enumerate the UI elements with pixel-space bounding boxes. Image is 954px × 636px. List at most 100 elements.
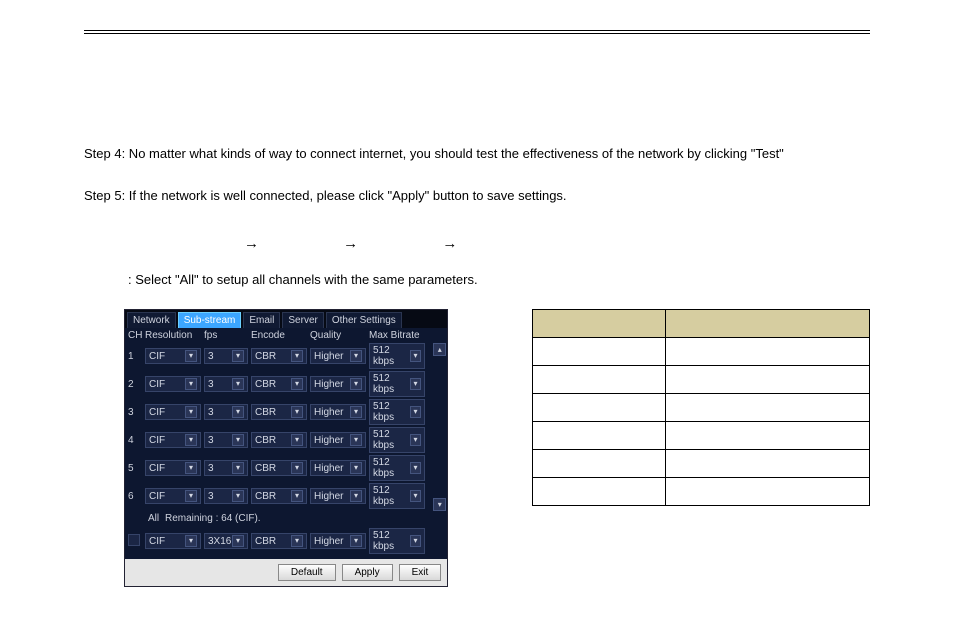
col-encode: Encode (251, 330, 307, 341)
param-name (533, 450, 666, 478)
all-encode-select[interactable]: CBR▾ (251, 533, 307, 549)
quality-select[interactable]: Higher▾ (310, 432, 366, 448)
chevron-down-icon: ▾ (185, 406, 197, 418)
param-name (533, 366, 666, 394)
encode-select[interactable]: CBR▾ (251, 488, 307, 504)
encode-select[interactable]: CBR▾ (251, 376, 307, 392)
chevron-down-icon: ▾ (232, 535, 244, 547)
apply-button[interactable]: Apply (342, 564, 393, 581)
channel-number: 1 (128, 351, 142, 362)
encode-select[interactable]: CBR ▾ (251, 460, 307, 476)
quality-select[interactable]: Higher▾ (310, 348, 366, 364)
channel-number: 5 (128, 463, 142, 474)
all-row: CIF▾ 3X16▾ CBR▾ Higher▾ 512 kbps▾ (128, 528, 444, 554)
bitrate-select-value: 512 kbps (373, 345, 410, 367)
chevron-down-icon: ▾ (291, 462, 303, 474)
horizontal-rule (84, 30, 870, 34)
dvr-panel: Network Sub-stream Email Server Other Se… (124, 309, 448, 587)
fps-select[interactable]: 3▾ (204, 460, 248, 476)
chevron-down-icon: ▾ (350, 378, 362, 390)
chevron-down-icon: ▾ (410, 434, 421, 446)
resolution-select-value: CIF (149, 379, 165, 390)
channel-number: 4 (128, 435, 142, 446)
bitrate-select[interactable]: 512 kbps▾ (369, 455, 425, 481)
bitrate-select[interactable]: 512 kbps▾ (369, 399, 425, 425)
table-row: 3CIF▾3▾CBR▾Higher▾512 kbps▾ (128, 399, 431, 425)
tab-network[interactable]: Network (127, 312, 176, 328)
remaining-text: Remaining : 64 (CIF). (165, 513, 261, 524)
table-row (533, 422, 870, 450)
encode-select-value: CBR (255, 351, 276, 362)
fps-select[interactable]: 3▾ (204, 404, 248, 420)
chevron-down-icon: ▾ (410, 490, 421, 502)
chevron-down-icon: ▾ (350, 350, 362, 362)
param-name (533, 478, 666, 506)
table-row (533, 450, 870, 478)
resolution-select-value: CIF (149, 491, 165, 502)
chevron-down-icon: ▾ (350, 462, 362, 474)
fps-select[interactable]: 3▾ (204, 348, 248, 364)
scroll-down-icon[interactable]: ▾ (433, 498, 446, 511)
col-fps: fps (204, 330, 248, 341)
fps-select[interactable]: 3▾ (204, 376, 248, 392)
quality-select[interactable]: Higher▾ (310, 404, 366, 420)
quality-select-value: Higher (314, 463, 343, 474)
resolution-select[interactable]: CIF▾ (145, 348, 201, 364)
bitrate-select[interactable]: 512 kbps▾ (369, 427, 425, 453)
resolution-select[interactable]: CIF▾ (145, 488, 201, 504)
all-checkbox[interactable] (128, 534, 140, 546)
encode-select-value: CBR (255, 435, 276, 446)
fps-select[interactable]: 3▾ (204, 432, 248, 448)
chevron-down-icon: ▾ (185, 434, 197, 446)
fps-select-value: 3 (208, 463, 214, 474)
encode-select-value: CBR (255, 379, 276, 390)
chevron-down-icon: ▾ (291, 350, 303, 362)
encode-select-value: CBR (255, 463, 276, 474)
tab-email[interactable]: Email (243, 312, 280, 328)
resolution-select[interactable]: CIF ▾ (145, 376, 201, 392)
fps-select[interactable]: 3▾ (204, 488, 248, 504)
encode-select[interactable]: CBR ▾ (251, 348, 307, 364)
default-button[interactable]: Default (278, 564, 336, 581)
quality-select-value: Higher (314, 379, 343, 390)
chevron-down-icon: ▾ (185, 378, 197, 390)
resolution-select[interactable]: CIF ▾ (145, 404, 201, 420)
resolution-select[interactable]: CIF▾ (145, 460, 201, 476)
all-resolution-select[interactable]: CIF▾ (145, 533, 201, 549)
exit-button[interactable]: Exit (399, 564, 442, 581)
param-value (666, 366, 870, 394)
encode-select[interactable]: CBR▾ (251, 432, 307, 448)
chevron-down-icon: ▾ (232, 406, 244, 418)
chevron-down-icon: ▾ (350, 535, 362, 547)
quality-select[interactable]: Higher▾ (310, 488, 366, 504)
param-name (533, 394, 666, 422)
resolution-select-value: CIF (149, 407, 165, 418)
all-bitrate-select[interactable]: 512 kbps▾ (369, 528, 425, 554)
all-fps-select[interactable]: 3X16▾ (204, 533, 248, 549)
table-header: CH Resolution fps Encode Quality Max Bit… (128, 330, 444, 341)
all-label: All (148, 513, 162, 524)
fps-select-value: 3 (208, 435, 214, 446)
bitrate-select[interactable]: 512 kbps▾ (369, 343, 425, 369)
tab-sub-stream[interactable]: Sub-stream (178, 312, 242, 328)
param-value (666, 422, 870, 450)
fps-select-value: 3 (208, 351, 214, 362)
param-value (666, 478, 870, 506)
encode-select-value: CBR (255, 491, 276, 502)
table-row: 2CIF▾3▾CBR▾Higher▾512 kbps▾ (128, 371, 431, 397)
bitrate-select[interactable]: 512 kbps▾ (369, 371, 425, 397)
chevron-down-icon: ▾ (291, 406, 303, 418)
chevron-down-icon: ▾ (232, 434, 244, 446)
bitrate-select[interactable]: 512 kbps▾ (369, 483, 425, 509)
tab-other-settings[interactable]: Other Settings (326, 312, 402, 328)
quality-select[interactable]: Higher ▾ (310, 460, 366, 476)
tab-server[interactable]: Server (282, 312, 323, 328)
table-row (533, 338, 870, 366)
quality-select[interactable]: Higher ▾ (310, 376, 366, 392)
scroll-up-icon[interactable]: ▴ (433, 343, 446, 356)
all-quality-select[interactable]: Higher▾ (310, 533, 366, 549)
scrollbar[interactable]: ▴ ▾ (433, 343, 444, 511)
resolution-select[interactable]: CIF▾ (145, 432, 201, 448)
encode-select[interactable]: CBR▾ (251, 404, 307, 420)
table-row: 6CIF▾3▾CBR▾Higher▾512 kbps▾ (128, 483, 431, 509)
